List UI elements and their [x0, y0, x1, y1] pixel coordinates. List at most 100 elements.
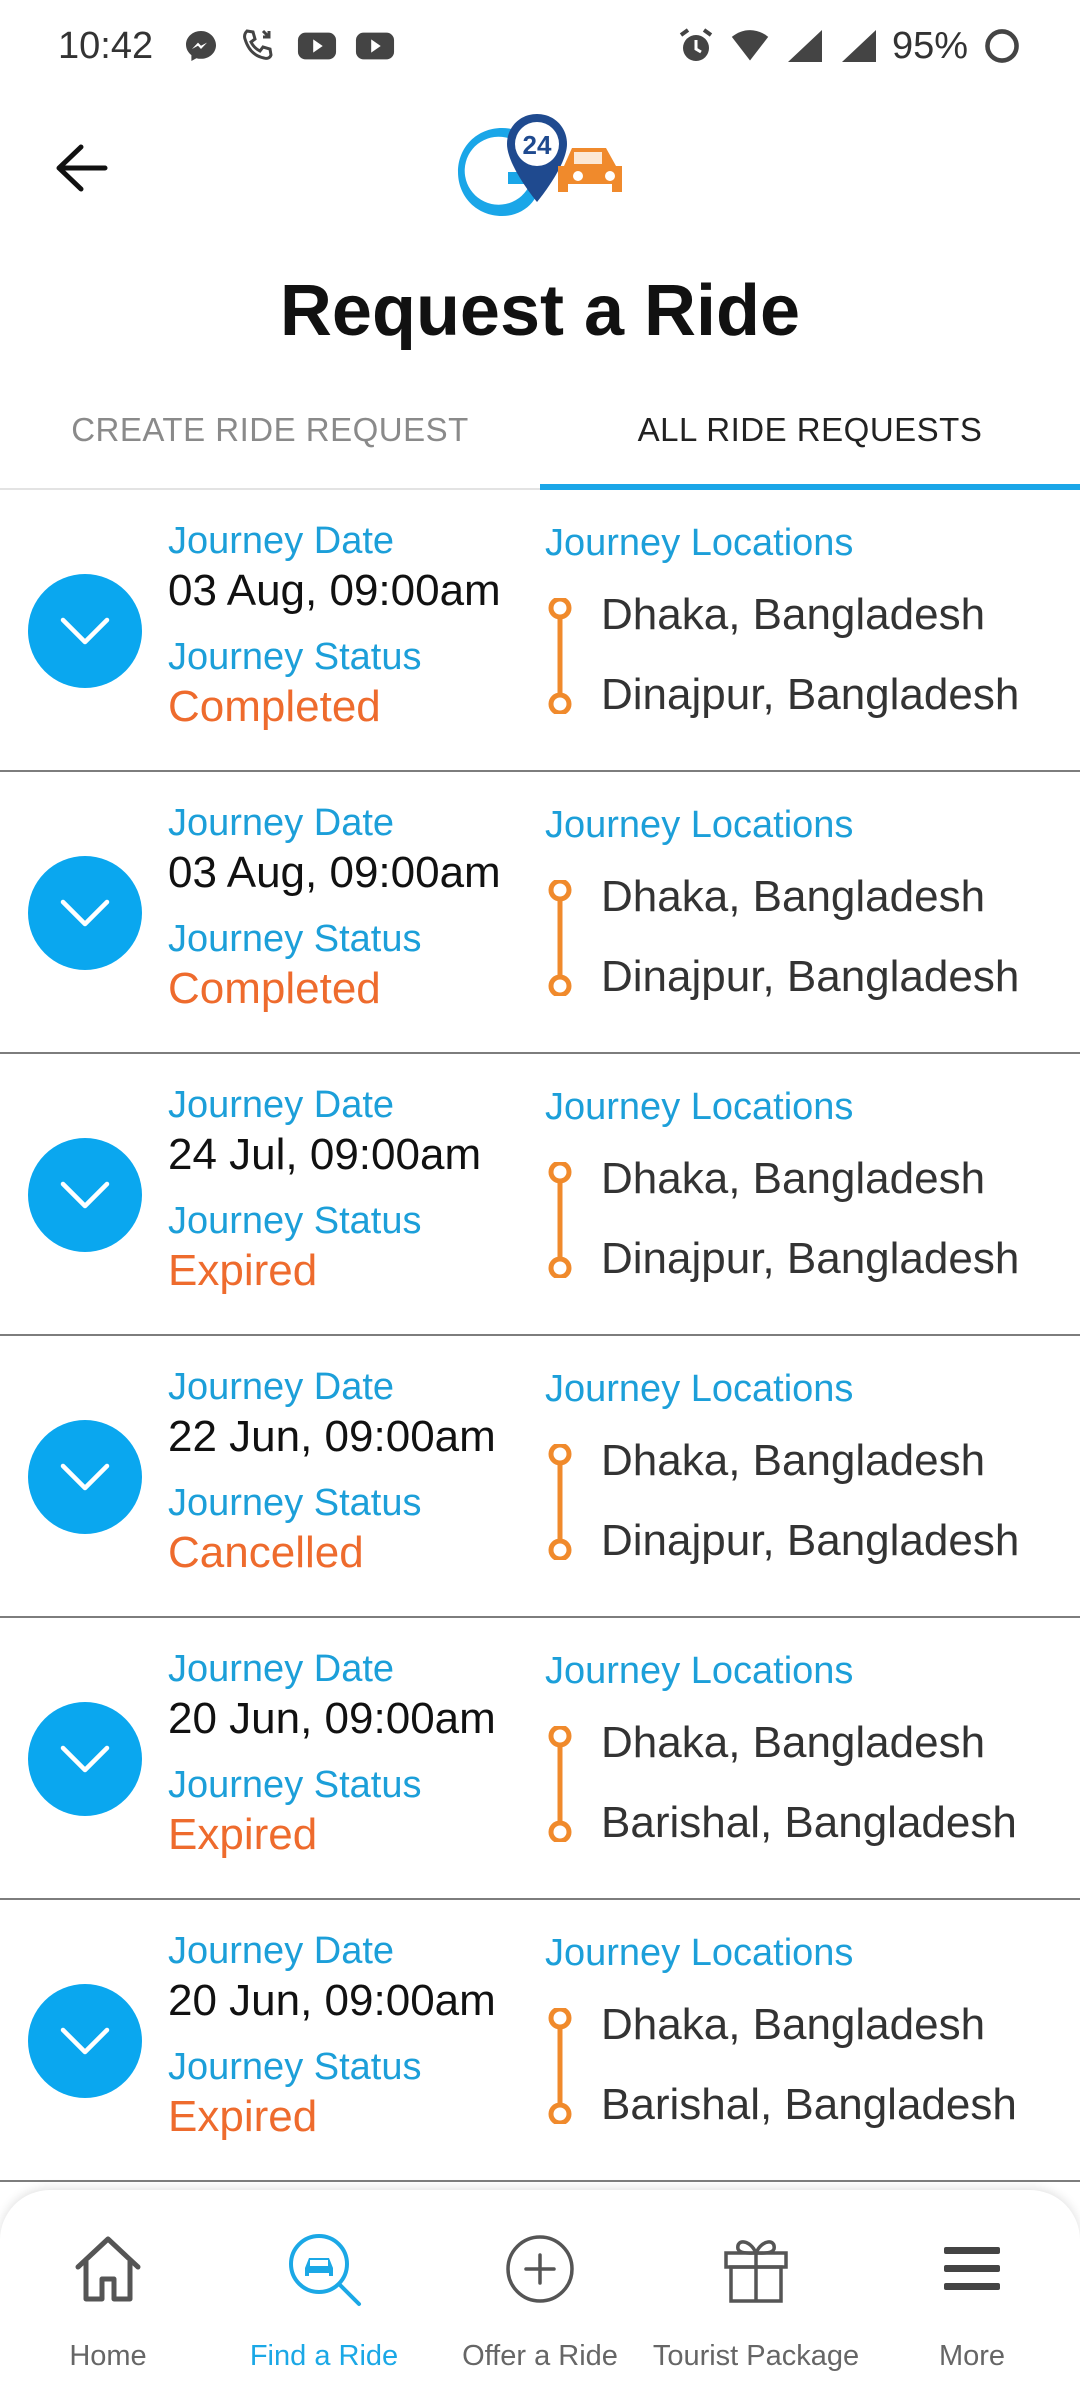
ride-request-row[interactable]: Journey Date 03 Aug, 09:00am Journey Sta… [0, 490, 1080, 772]
nav-label: Home [69, 2340, 147, 2372]
gift-icon [715, 2228, 797, 2310]
journey-date-label: Journey Date [168, 1366, 395, 1408]
battery-percent: 95% [891, 24, 968, 67]
journey-info: Journey Date 22 Jun, 09:00am Journey Sta… [168, 1366, 538, 1580]
alarm-icon [676, 26, 716, 66]
messenger-icon [181, 26, 221, 66]
location-from: Dhaka, Bangladesh [601, 590, 986, 639]
tab-create-ride-request[interactable]: CREATE RIDE REQUEST [0, 372, 540, 488]
journey-info: Journey Date 03 Aug, 09:00am Journey Sta… [168, 802, 538, 1016]
location-to: Dinajpur, Bangladesh [601, 1234, 1020, 1283]
find-ride-icon [283, 2228, 365, 2310]
battery-icon [982, 26, 1022, 66]
route-line-icon [548, 1726, 572, 1842]
bottom-navigation: Home Find a Ride Offer a Ride Tourist Pa… [0, 2190, 1080, 2400]
journey-date: 22 Jun, 09:00am [168, 1412, 496, 1461]
journey-date: 03 Aug, 09:00am [168, 848, 501, 897]
nav-label: More [938, 2340, 1006, 2372]
journey-date-label: Journey Date [168, 1648, 395, 1690]
journey-status: Expired [168, 1810, 318, 1859]
signal-icon [784, 26, 824, 66]
nav-label: Offer a Ride [462, 2340, 618, 2372]
journey-locations: Journey Locations Dhaka, Bangladesh Dina… [545, 1366, 1065, 1565]
location-to: Barishal, Bangladesh [601, 2080, 1017, 2129]
journey-status-label: Journey Status [168, 1764, 422, 1806]
arrow-left-icon [56, 144, 108, 192]
notification-icons [181, 26, 395, 66]
journey-status: Completed [168, 964, 381, 1013]
chevron-down-icon [60, 899, 110, 927]
journey-info: Journey Date 20 Jun, 09:00am Journey Sta… [168, 1930, 538, 2144]
app-header: 24 [0, 92, 1080, 272]
journey-date-label: Journey Date [168, 802, 395, 844]
nav-offer-a-ride[interactable]: Offer a Ride [432, 2190, 648, 2400]
system-icons: 95% [676, 25, 1022, 68]
back-button[interactable] [40, 127, 122, 209]
expand-button[interactable] [28, 1702, 142, 1816]
journey-locations-label: Journey Locations [545, 1932, 854, 1974]
journey-locations: Journey Locations Dhaka, Bangladesh Dina… [545, 1084, 1065, 1283]
nav-label: Find a Ride [249, 2340, 399, 2372]
journey-date: 20 Jun, 09:00am [168, 1976, 496, 2025]
journey-status: Expired [168, 1246, 318, 1295]
journey-locations-label: Journey Locations [545, 522, 854, 564]
journey-locations: Journey Locations Dhaka, Bangladesh Dina… [545, 802, 1065, 1001]
journey-status-label: Journey Status [168, 1200, 422, 1242]
journey-date-label: Journey Date [168, 520, 395, 562]
journey-date: 03 Aug, 09:00am [168, 566, 501, 615]
route-line-icon [548, 2008, 572, 2124]
route-line-icon [548, 880, 572, 996]
journey-status: Cancelled [168, 1528, 364, 1577]
location-from: Dhaka, Bangladesh [601, 2000, 986, 2049]
ride-request-row[interactable]: Journey Date 20 Jun, 09:00am Journey Sta… [0, 1900, 1080, 2182]
chevron-down-icon [60, 617, 110, 645]
journey-info: Journey Date 03 Aug, 09:00am Journey Sta… [168, 520, 538, 734]
route-line-icon [548, 598, 572, 714]
ride-request-row[interactable]: Journey Date 24 Jul, 09:00am Journey Sta… [0, 1054, 1080, 1336]
status-bar: 10:42 95% [0, 0, 1080, 92]
wifi-icon [730, 26, 770, 66]
journey-info: Journey Date 24 Jul, 09:00am Journey Sta… [168, 1084, 538, 1298]
nav-more[interactable]: More [864, 2190, 1080, 2400]
chevron-down-icon [60, 1181, 110, 1209]
journey-locations: Journey Locations Dhaka, Bangladesh Dina… [545, 520, 1065, 719]
expand-button[interactable] [28, 1984, 142, 2098]
home-icon [67, 2228, 149, 2310]
nav-label: Tourist Package [652, 2340, 860, 2372]
journey-locations: Journey Locations Dhaka, Bangladesh Bari… [545, 1648, 1065, 1847]
expand-button[interactable] [28, 1420, 142, 1534]
phone-call-icon [239, 26, 279, 66]
expand-button[interactable] [28, 1138, 142, 1252]
tab-all-ride-requests[interactable]: ALL RIDE REQUESTS [540, 372, 1080, 490]
location-from: Dhaka, Bangladesh [601, 1436, 986, 1485]
expand-button[interactable] [28, 856, 142, 970]
nav-home[interactable]: Home [0, 2190, 216, 2400]
ride-request-row[interactable]: Journey Date 20 Jun, 09:00am Journey Sta… [0, 1618, 1080, 1900]
location-from: Dhaka, Bangladesh [601, 872, 986, 921]
journey-status-label: Journey Status [168, 1482, 422, 1524]
app-logo: 24 [452, 110, 628, 230]
journey-date: 24 Jul, 09:00am [168, 1130, 482, 1179]
journey-info: Journey Date 20 Jun, 09:00am Journey Sta… [168, 1648, 538, 1862]
ride-request-list: Journey Date 03 Aug, 09:00am Journey Sta… [0, 490, 1080, 2182]
nav-find-a-ride[interactable]: Find a Ride [216, 2190, 432, 2400]
expand-button[interactable] [28, 574, 142, 688]
journey-locations: Journey Locations Dhaka, Bangladesh Bari… [545, 1930, 1065, 2129]
location-to: Barishal, Bangladesh [601, 1798, 1017, 1847]
journey-status-label: Journey Status [168, 918, 422, 960]
journey-locations-label: Journey Locations [545, 1650, 854, 1692]
location-to: Dinajpur, Bangladesh [601, 1516, 1020, 1565]
svg-text:24: 24 [523, 130, 552, 160]
nav-tourist-package[interactable]: Tourist Package [648, 2190, 864, 2400]
menu-icon [931, 2228, 1013, 2310]
page-title: Request a Ride [279, 271, 801, 351]
status-time: 10:42 [58, 24, 154, 67]
journey-date-label: Journey Date [168, 1084, 395, 1126]
chevron-down-icon [60, 1463, 110, 1491]
ride-request-row[interactable]: Journey Date 22 Jun, 09:00am Journey Sta… [0, 1336, 1080, 1618]
route-line-icon [548, 1162, 572, 1278]
signal-icon [838, 26, 878, 66]
ride-request-row[interactable]: Journey Date 03 Aug, 09:00am Journey Sta… [0, 772, 1080, 1054]
location-to: Dinajpur, Bangladesh [601, 670, 1020, 719]
youtube-icon [355, 26, 395, 66]
